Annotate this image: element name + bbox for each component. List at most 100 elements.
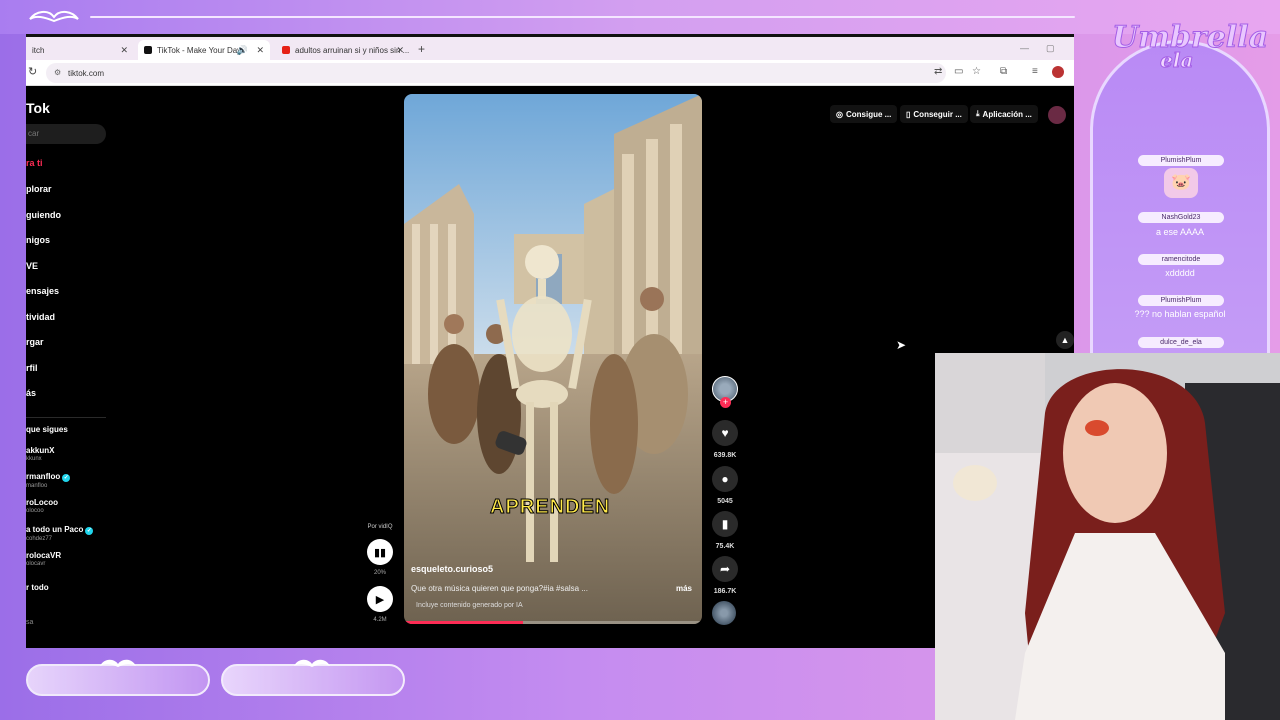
chat-message: ??? no hablan español <box>1134 309 1226 319</box>
youtube-favicon-icon <box>282 46 290 54</box>
sidebar-footer[interactable]: sa <box>26 619 33 626</box>
save-action[interactable]: ▮ 75.4K <box>710 511 740 550</box>
following-account[interactable]: rolocaVR olocavr <box>26 551 61 567</box>
tab-tiktok[interactable]: TikTok - Make Your Day 🔊 ✕ <box>138 40 270 60</box>
account-handle: olocavr <box>26 561 46 567</box>
music-disc-icon[interactable] <box>712 601 736 625</box>
phone-icon: ▯ <box>906 109 911 119</box>
nav-live[interactable]: VE <box>26 261 38 271</box>
sidebar-divider <box>26 417 106 418</box>
site-info-icon[interactable]: ⚙ <box>54 68 61 77</box>
video-frame-image <box>404 94 702 624</box>
comment-action[interactable]: ● 5045 <box>710 466 740 505</box>
tab-label: itch <box>32 45 45 55</box>
extensions-icon[interactable]: ⧉ <box>1000 66 1007 77</box>
coin-icon: ◎ <box>836 109 843 119</box>
profile-avatar[interactable] <box>1052 66 1064 78</box>
chat-username: PlumishPlum <box>1138 155 1224 166</box>
account-handle: cohdez77 <box>26 536 53 542</box>
nav-activity[interactable]: tividad <box>26 312 55 322</box>
share-icon[interactable]: ➦ <box>712 556 738 582</box>
download-icon: ⤓ <box>976 109 980 118</box>
mustache-icon <box>29 11 79 23</box>
follow-plus-icon[interactable]: + <box>720 397 731 408</box>
close-tab-icon[interactable]: ✕ <box>396 45 404 56</box>
chat-panel <box>1090 40 1270 370</box>
button-label: Consigue ... <box>845 109 892 119</box>
address-bar: ↻ ⚙ tiktok.com ⇄ ▭ ☆ ⧉ ≡ <box>26 60 1074 86</box>
minimize-icon[interactable]: — <box>1020 43 1029 53</box>
mustache-icon <box>100 659 136 667</box>
account-handle: olocoo <box>26 508 44 514</box>
cast-icon[interactable]: ▭ <box>954 66 963 77</box>
browser-window: itch ✕ TikTok - Make Your Day 🔊 ✕ adulto… <box>26 34 1074 648</box>
tiktok-logo[interactable]: Tok <box>26 100 50 116</box>
chat-username: ramencitode <box>1138 254 1224 265</box>
url-text: tiktok.com <box>68 68 105 78</box>
tiktok-page: Tok car ra ti plorar guiendo nigos VE en… <box>26 86 1074 648</box>
more-link[interactable]: más <box>676 584 692 593</box>
bookmark-star-icon[interactable]: ☆ <box>972 66 981 77</box>
tiktok-favicon-icon <box>144 46 152 54</box>
translate-icon[interactable]: ⇄ <box>934 66 942 77</box>
video-player[interactable]: APRENDEN esqueleto.curioso5 Que otra mús… <box>404 94 702 624</box>
vidiq-percent: 20% <box>373 570 386 576</box>
nav-for-you[interactable]: ra ti <box>26 158 43 168</box>
nav-explore[interactable]: plorar <box>26 184 52 194</box>
following-account[interactable]: rmanfloo ✓ manfloo <box>26 472 71 489</box>
speaker-icon[interactable]: 🔊 <box>237 45 248 56</box>
nav-upload[interactable]: rgar <box>26 337 44 347</box>
video-author[interactable]: esqueleto.curioso5 <box>411 564 493 574</box>
nav-following[interactable]: guiendo <box>26 210 61 220</box>
user-avatar[interactable] <box>1048 106 1066 124</box>
nav-profile[interactable]: rfil <box>26 363 38 373</box>
following-account[interactable]: a todo un Paco ✓ cohdez77 <box>26 525 94 542</box>
restore-icon[interactable]: ▢ <box>1046 43 1055 54</box>
nav-messages[interactable]: ensajes <box>26 286 59 296</box>
account-handle: kkunx <box>26 456 42 462</box>
share-count: 186.7K <box>713 588 737 595</box>
reload-icon[interactable]: ↻ <box>28 65 37 78</box>
new-tab-button[interactable]: + <box>418 42 425 56</box>
menu-icon[interactable]: ≡ <box>1032 66 1038 77</box>
search-input[interactable]: car <box>26 124 106 144</box>
bookmark-icon[interactable]: ▮ <box>712 511 738 537</box>
see-all-link[interactable]: r todo <box>26 583 49 592</box>
heart-icon[interactable]: ♥ <box>712 420 738 446</box>
video-progress-bar[interactable] <box>404 621 702 624</box>
nav-friends[interactable]: nigos <box>26 235 50 245</box>
close-tab-icon[interactable]: ✕ <box>120 45 128 56</box>
chat-username: NashGold23 <box>1138 212 1224 223</box>
comment-icon[interactable]: ● <box>712 466 738 492</box>
url-field[interactable]: ⚙ tiktok.com <box>46 63 946 83</box>
tab-youtube[interactable]: adultos arruinan si y niños sin ... ✕ <box>276 40 410 60</box>
following-account[interactable]: akkunX kkunx <box>26 446 54 462</box>
verified-badge-icon: ✓ <box>85 527 94 535</box>
tab-twitch[interactable]: itch ✕ <box>26 40 134 60</box>
share-action[interactable]: ➦ 186.7K <box>710 556 740 595</box>
ai-content-label: Incluye contenido generado por IA <box>416 602 523 609</box>
stats-icon[interactable]: ▮▮ <box>367 539 393 565</box>
like-count: 639.8K <box>713 452 737 459</box>
scroll-up-icon[interactable]: ▲ <box>1056 331 1074 349</box>
desktop-app-button[interactable]: ⤓ Aplicación ... <box>970 105 1038 123</box>
nav-more[interactable]: ás <box>26 388 36 398</box>
verified-badge-icon: ✓ <box>62 474 71 482</box>
overlay-top-line <box>90 16 1075 18</box>
vidiq-label: Por vidIQ <box>367 524 393 530</box>
save-count: 75.4K <box>715 543 735 550</box>
mouse-cursor-icon: ➤ <box>896 338 907 352</box>
chat-username: dulce_de_ela <box>1138 337 1224 348</box>
chat-message: xddddd <box>1165 268 1195 278</box>
chat-username: PlumishPlum <box>1138 295 1224 306</box>
account-name: a todo un Paco <box>26 525 84 534</box>
like-action[interactable]: ♥ 639.8K <box>710 420 740 459</box>
play-icon[interactable]: ▶ <box>367 586 393 612</box>
mustache-icon <box>294 659 330 667</box>
following-account[interactable]: roLocoo olocoo <box>26 498 58 514</box>
account-name: rmanfloo <box>26 472 61 481</box>
get-coins-button[interactable]: ◎ Consigue ... <box>830 105 898 123</box>
tab-bar: itch ✕ TikTok - Make Your Day 🔊 ✕ adulto… <box>26 34 1074 60</box>
close-tab-icon[interactable]: ✕ <box>256 45 264 56</box>
get-app-button[interactable]: ▯ Conseguir ... <box>900 105 968 123</box>
